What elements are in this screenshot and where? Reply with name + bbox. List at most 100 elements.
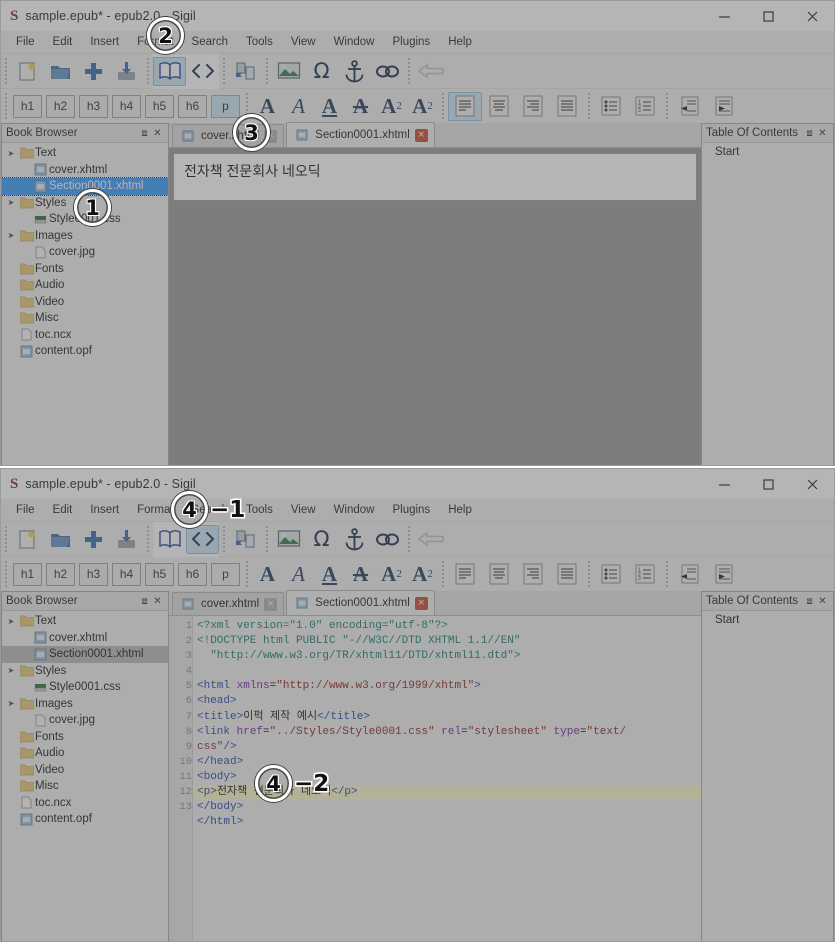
menu-file[interactable]: File: [7, 34, 44, 50]
tree-item-styles[interactable]: ➤ Styles: [2, 663, 168, 680]
code-view-editor[interactable]: 1 2 3 4 5 6 7 8 9 10 11 12 13 <?xml vers…: [169, 616, 701, 941]
menu-tools[interactable]: Tools: [237, 502, 282, 518]
tree-item-style0001-css[interactable]: Style0001.css: [2, 679, 168, 696]
align-right-icon[interactable]: [516, 92, 550, 121]
menu-view[interactable]: View: [282, 34, 325, 50]
tab-close-icon[interactable]: ×: [414, 596, 428, 610]
tab-cover-xhtml[interactable]: cover.xhtml ×: [172, 124, 285, 147]
toc-item-start[interactable]: Start: [715, 146, 833, 162]
menu-plugins[interactable]: Plugins: [383, 34, 439, 50]
heading-h6-button[interactable]: h6: [178, 94, 207, 118]
tab-cover-xhtml[interactable]: cover.xhtml ×: [172, 592, 285, 615]
menu-plugins[interactable]: Plugins: [383, 502, 439, 518]
split-section-icon[interactable]: [229, 57, 262, 86]
superscript-icon[interactable]: A2: [407, 560, 438, 589]
menu-file[interactable]: File: [7, 502, 44, 518]
insert-image-icon[interactable]: [272, 57, 305, 86]
back-arrow-icon[interactable]: [414, 525, 447, 554]
align-center-icon[interactable]: [482, 92, 516, 121]
menu-search[interactable]: Search: [183, 34, 237, 50]
tree-item-fonts[interactable]: Fonts: [2, 261, 168, 278]
bold-icon[interactable]: A: [252, 92, 283, 121]
tree-item-toc-ncx[interactable]: toc.ncx: [2, 795, 168, 812]
tree-item-misc[interactable]: Misc: [2, 778, 168, 795]
tree-item-audio[interactable]: Audio: [2, 277, 168, 294]
heading-h6-button[interactable]: h6: [178, 562, 207, 586]
heading-h5-button[interactable]: h5: [145, 94, 174, 118]
minimize-icon[interactable]: [702, 469, 746, 499]
tree-item-section0001-xhtml[interactable]: Section0001.xhtml: [2, 646, 168, 663]
menu-insert[interactable]: Insert: [81, 502, 128, 518]
tree-item-toc-ncx[interactable]: toc.ncx: [2, 327, 168, 344]
maximize-icon[interactable]: [746, 469, 790, 499]
tab-close-icon[interactable]: ×: [264, 597, 278, 611]
tree-item-misc[interactable]: Misc: [2, 310, 168, 327]
align-center-icon[interactable]: [482, 560, 516, 589]
increase-indent-icon[interactable]: [706, 92, 740, 121]
numbered-list-icon[interactable]: 123: [628, 92, 662, 121]
insert-anchor-icon[interactable]: [338, 57, 371, 86]
tree-item-video[interactable]: Video: [2, 294, 168, 311]
strikethrough-icon[interactable]: A: [345, 560, 376, 589]
menu-tools[interactable]: Tools: [237, 34, 282, 50]
add-file-icon[interactable]: [77, 57, 110, 86]
undock-icon[interactable]: ⧈: [138, 596, 151, 607]
decrease-indent-icon[interactable]: [672, 560, 706, 589]
heading-h3-button[interactable]: h3: [79, 562, 108, 586]
close-icon[interactable]: [790, 469, 834, 499]
heading-h2-button[interactable]: h2: [46, 562, 75, 586]
insert-special-character-icon[interactable]: Ω: [305, 57, 338, 86]
paragraph-button[interactable]: p: [211, 94, 240, 118]
undock-icon[interactable]: ⧈: [803, 128, 816, 139]
tree-item-audio[interactable]: Audio: [2, 745, 168, 762]
tree-item-cover-xhtml[interactable]: cover.xhtml: [2, 162, 168, 179]
menu-help[interactable]: Help: [439, 34, 481, 50]
heading-h3-button[interactable]: h3: [79, 94, 108, 118]
save-icon[interactable]: [110, 525, 143, 554]
heading-h4-button[interactable]: h4: [112, 94, 141, 118]
tree-item-text[interactable]: ➤ Text: [2, 613, 168, 630]
menu-search[interactable]: Search: [183, 502, 237, 518]
insert-special-character-icon[interactable]: Ω: [305, 525, 338, 554]
tab-close-icon[interactable]: ×: [414, 128, 428, 142]
insert-link-icon[interactable]: [371, 57, 404, 86]
align-left-icon[interactable]: [448, 91, 482, 121]
heading-h1-button[interactable]: h1: [13, 94, 42, 118]
tab-section0001-xhtml[interactable]: Section0001.xhtml ×: [286, 122, 435, 147]
minimize-icon[interactable]: [702, 1, 746, 31]
insert-link-icon[interactable]: [371, 525, 404, 554]
close-icon[interactable]: ✕: [816, 596, 829, 607]
tree-item-text[interactable]: ➤ Text: [2, 145, 168, 162]
strikethrough-icon[interactable]: A: [345, 92, 376, 121]
save-icon[interactable]: [110, 57, 143, 86]
bullet-list-icon[interactable]: [594, 560, 628, 589]
increase-indent-icon[interactable]: [706, 560, 740, 589]
tab-section0001-xhtml[interactable]: Section0001.xhtml ×: [286, 590, 435, 615]
menu-format[interactable]: Format: [128, 502, 182, 518]
tree-item-content-opf[interactable]: content.opf: [2, 811, 168, 828]
tree-item-cover-xhtml[interactable]: cover.xhtml: [2, 630, 168, 647]
menu-edit[interactable]: Edit: [44, 34, 82, 50]
subscript-icon[interactable]: A2: [376, 560, 407, 589]
heading-h4-button[interactable]: h4: [112, 562, 141, 586]
close-icon[interactable]: ✕: [151, 596, 164, 607]
code-view-icon[interactable]: [186, 524, 219, 554]
italic-icon[interactable]: A: [283, 92, 314, 121]
tree-item-video[interactable]: Video: [2, 762, 168, 779]
menu-window[interactable]: Window: [325, 502, 384, 518]
close-icon[interactable]: ✕: [816, 128, 829, 139]
new-file-icon[interactable]: [11, 525, 44, 554]
tree-item-cover-jpg[interactable]: cover.jpg: [2, 244, 168, 261]
align-justify-icon[interactable]: [550, 92, 584, 121]
undock-icon[interactable]: ⧈: [138, 128, 151, 139]
bold-icon[interactable]: A: [252, 560, 283, 589]
close-icon[interactable]: [790, 1, 834, 31]
open-folder-icon[interactable]: [44, 525, 77, 554]
heading-h1-button[interactable]: h1: [13, 562, 42, 586]
subscript-icon[interactable]: A2: [376, 92, 407, 121]
italic-icon[interactable]: A: [283, 560, 314, 589]
tree-item-section0001-xhtml[interactable]: Section0001.xhtml: [2, 177, 168, 196]
book-view-icon[interactable]: [153, 525, 186, 554]
back-arrow-icon[interactable]: [414, 57, 447, 86]
book-view-page[interactable]: 전자책 전문회사 네오딕: [173, 153, 697, 201]
